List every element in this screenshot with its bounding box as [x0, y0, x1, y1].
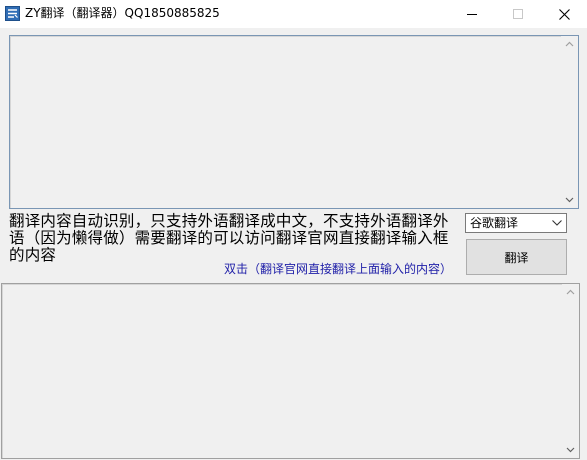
engine-select-value: 谷歌翻译	[470, 216, 519, 230]
maximize-button[interactable]	[495, 0, 541, 28]
close-icon	[558, 8, 570, 20]
scroll-down-icon[interactable]	[565, 195, 574, 204]
title-bar[interactable]: ZY翻译（翻译器）QQ1850885825	[0, 0, 587, 28]
window-title: ZY翻译（翻译器）QQ1850885825	[25, 6, 220, 20]
translation-output[interactable]	[1, 283, 580, 459]
translate-button[interactable]: 翻译	[466, 239, 567, 275]
engine-select[interactable]: 谷歌翻译	[465, 213, 567, 233]
scroll-down-icon[interactable]	[566, 445, 575, 454]
translate-app-icon	[5, 6, 20, 21]
chevron-down-icon	[552, 220, 562, 226]
output-scrollbar[interactable]	[562, 284, 579, 458]
scroll-up-icon[interactable]	[565, 40, 574, 49]
app-window: ZY翻译（翻译器）QQ1850885825 翻译内容自动识别，只支持外语翻译成中…	[0, 0, 587, 460]
scroll-up-icon[interactable]	[566, 288, 575, 297]
input-scrollbar[interactable]	[561, 36, 578, 208]
maximize-icon	[513, 9, 523, 19]
minimize-button[interactable]	[449, 0, 495, 28]
source-text-input[interactable]	[9, 35, 579, 209]
usage-notice: 翻译内容自动识别，只支持外语翻译成中文，不支持外语翻译外语（因为懒得做）需要翻译…	[9, 212, 449, 264]
minimize-icon	[467, 9, 477, 19]
double-click-hint[interactable]: 双击（翻译官网直接翻译上面输入的内容）	[224, 260, 452, 277]
close-button[interactable]	[541, 0, 587, 28]
